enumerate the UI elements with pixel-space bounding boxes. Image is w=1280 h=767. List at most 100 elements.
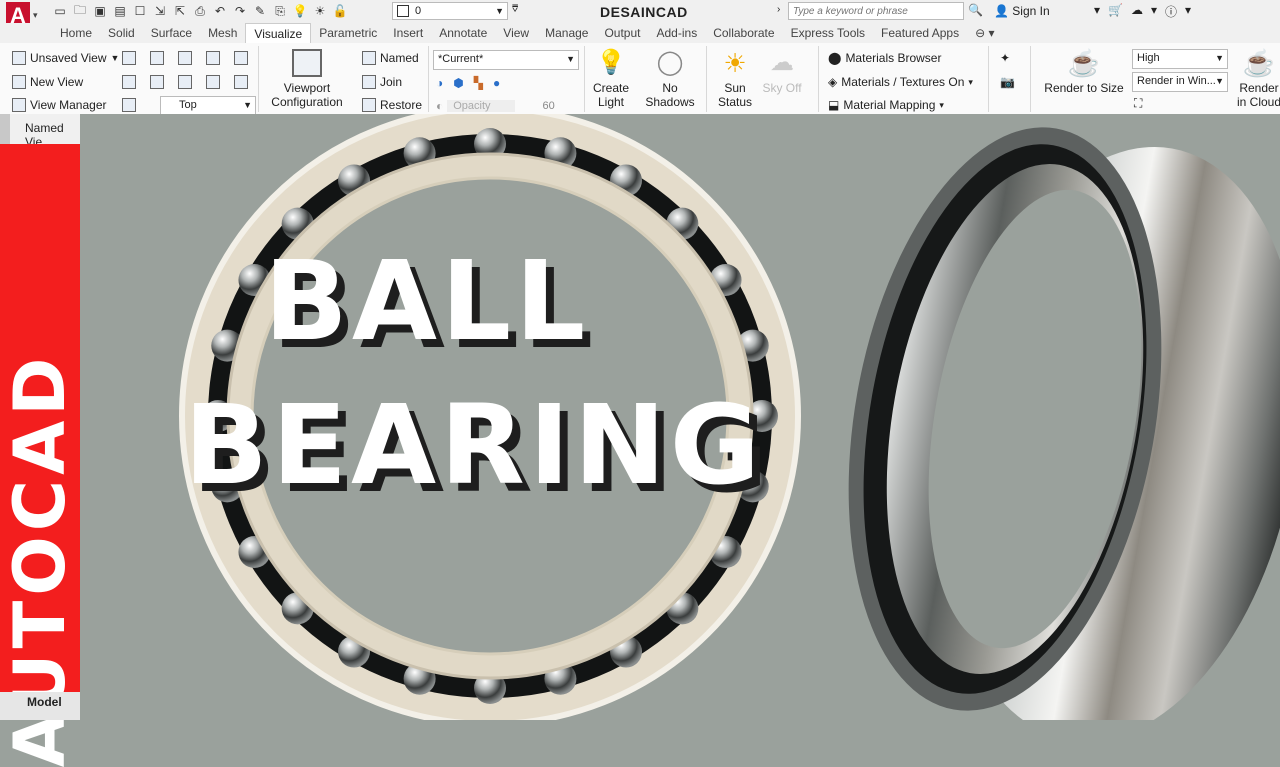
- attach-material-icon[interactable]: ✦: [1000, 51, 1010, 65]
- ucs-3-icon[interactable]: [234, 75, 248, 89]
- tab-annotate[interactable]: Annotate: [431, 23, 495, 43]
- ucs-x-icon[interactable]: [150, 75, 164, 89]
- save-icon[interactable]: ▣: [92, 3, 108, 19]
- render-quality-dropdown[interactable]: High ▼: [1132, 49, 1228, 69]
- undo-icon[interactable]: ↶: [212, 3, 228, 19]
- named-viewports-button[interactable]: Named: [362, 51, 419, 65]
- opacity-icon: ◐: [436, 99, 444, 113]
- render-to-size-button[interactable]: ☕ Render to Size: [1044, 49, 1124, 95]
- render-to-size-label: Render to Size: [1044, 81, 1124, 95]
- ucs-view-icon[interactable]: [122, 75, 136, 89]
- match-properties-icon[interactable]: ✎: [252, 3, 268, 19]
- materials-browser-button[interactable]: ⬤ Materials Browser: [828, 51, 941, 65]
- ucs-y-icon[interactable]: [178, 75, 192, 89]
- user-icon: 👤: [994, 4, 1009, 18]
- cloud-icon: ☁: [770, 49, 794, 76]
- help-icon[interactable]: ⓘ: [1165, 3, 1177, 20]
- edge-effects-icon[interactable]: ⬢: [453, 76, 463, 90]
- tab-surface[interactable]: Surface: [143, 23, 200, 43]
- headline-line-2: BEARING: [184, 381, 765, 509]
- xray-icon[interactable]: ◑: [436, 76, 443, 90]
- lock-icon[interactable]: 🔓: [332, 3, 348, 19]
- export-icon[interactable]: ⇱: [172, 3, 188, 19]
- panel-separator: [584, 46, 585, 112]
- restore-viewports-button[interactable]: Restore: [362, 98, 422, 112]
- search-input[interactable]: [788, 2, 964, 20]
- binoculars-icon[interactable]: 🔍: [968, 3, 983, 17]
- render-environment-icon[interactable]: ⛶: [1134, 96, 1142, 111]
- ucs-z-icon[interactable]: [206, 75, 220, 89]
- redo-icon[interactable]: ↷: [232, 3, 248, 19]
- face-style-icon[interactable]: ▚: [474, 76, 483, 90]
- chevron-right-icon[interactable]: ›: [777, 4, 780, 15]
- batch-plot-icon[interactable]: ⎘: [272, 3, 288, 19]
- web-mobile-open-icon[interactable]: ☐: [132, 3, 148, 19]
- cart-icon[interactable]: 🛒: [1108, 3, 1123, 20]
- customize-qat-icon[interactable]: ⩢: [512, 4, 518, 15]
- top-view-dropdown[interactable]: Top ▼: [160, 96, 256, 116]
- layer-dropdown[interactable]: 0 ▼: [392, 2, 508, 20]
- panel-separator: [988, 46, 989, 112]
- tab-parametric[interactable]: Parametric: [311, 23, 385, 43]
- tab-output[interactable]: Output: [596, 23, 648, 43]
- tab-home[interactable]: Home: [52, 23, 100, 43]
- chevron-down-icon[interactable]: ▾: [1185, 3, 1191, 20]
- tab-view[interactable]: View: [495, 23, 537, 43]
- ucs-named-icon[interactable]: [122, 98, 136, 112]
- create-light-button[interactable]: 💡 Create Light: [588, 49, 634, 109]
- tab-express-tools[interactable]: Express Tools: [783, 23, 873, 43]
- visual-style-dropdown[interactable]: *Current* ▼: [433, 50, 579, 70]
- create-light-label: Create Light: [592, 81, 630, 109]
- tab-manage[interactable]: Manage: [537, 23, 596, 43]
- autodesk-a360-icon[interactable]: ☁: [1131, 3, 1143, 20]
- named-label: Named: [380, 51, 419, 65]
- panel-separator: [1030, 46, 1031, 112]
- ucs-origin-icon[interactable]: [178, 51, 192, 65]
- model-tab[interactable]: Model: [0, 692, 80, 720]
- import-icon[interactable]: ⇲: [152, 3, 168, 19]
- sign-in-button[interactable]: 👤 Sign In: [994, 4, 1050, 18]
- camera-icon[interactable]: 📷: [1000, 75, 1015, 89]
- viewport-configuration-button[interactable]: Viewport Configuration: [266, 49, 348, 109]
- plot-icon[interactable]: ⎙: [192, 3, 208, 19]
- new-file-icon[interactable]: ▭: [52, 3, 68, 19]
- no-shadows-button[interactable]: ◯ No Shadows: [642, 49, 698, 109]
- tab-add-ins[interactable]: Add-ins: [649, 23, 706, 43]
- ribbon-tabs: Home Solid Surface Mesh Visualize Parame…: [0, 22, 1280, 44]
- ucs-3point-icon[interactable]: [234, 51, 248, 65]
- tab-collaborate[interactable]: Collaborate: [705, 23, 782, 43]
- drawing-viewport[interactable]: BALL BEARING: [80, 114, 1280, 720]
- chevron-down-icon[interactable]: ▾: [1094, 3, 1100, 20]
- materials-textures-dropdown[interactable]: ◈ Materials / Textures On ▾: [828, 75, 973, 89]
- tab-solid[interactable]: Solid: [100, 23, 143, 43]
- sun-icon: ☀: [723, 48, 747, 78]
- opacity-slider[interactable]: ◐ Opacity 60: [436, 99, 555, 113]
- ucs-z-axis-icon[interactable]: [206, 51, 220, 65]
- render-in-dropdown[interactable]: Render in Win... ▼: [1132, 72, 1228, 92]
- teapot-icon: ☕: [1067, 48, 1101, 78]
- environment-icon[interactable]: ●: [493, 76, 500, 90]
- join-viewports-button[interactable]: Join: [362, 75, 402, 89]
- chevron-down-icon[interactable]: ▾: [1151, 3, 1157, 20]
- view-manager-button[interactable]: View Manager: [12, 98, 107, 112]
- view-tools-row-1: [122, 51, 248, 65]
- sun-status-button[interactable]: ☀ Sun Status: [712, 49, 758, 109]
- tab-insert[interactable]: Insert: [385, 23, 431, 43]
- material-mapping-dropdown[interactable]: ⬓ Material Mapping ▾: [828, 98, 944, 112]
- new-view-button[interactable]: New View: [12, 75, 83, 89]
- tab-featured-apps[interactable]: Featured Apps: [873, 23, 967, 43]
- tab-mesh[interactable]: Mesh: [200, 23, 245, 43]
- light-bulb-icon[interactable]: 💡: [292, 3, 308, 19]
- ucs-world-icon[interactable]: [150, 51, 164, 65]
- ribbon-toggle-icon[interactable]: ⊖ ▾: [967, 23, 1002, 43]
- ucs-icon[interactable]: [122, 51, 136, 65]
- sun-icon[interactable]: ☀: [312, 3, 328, 19]
- render-in-cloud-button[interactable]: ☕ Render in Cloud: [1234, 49, 1280, 109]
- open-folder-icon[interactable]: 🗀: [72, 3, 88, 19]
- save-as-icon[interactable]: ▤: [112, 3, 128, 19]
- unsaved-view-dropdown[interactable]: Unsaved View ▼: [12, 51, 119, 65]
- tab-visualize[interactable]: Visualize: [245, 22, 312, 44]
- sky-off-button[interactable]: ☁ Sky Off: [760, 49, 804, 95]
- sign-in-label: Sign In: [1012, 4, 1050, 18]
- sun-status-label: Sun Status: [717, 81, 753, 109]
